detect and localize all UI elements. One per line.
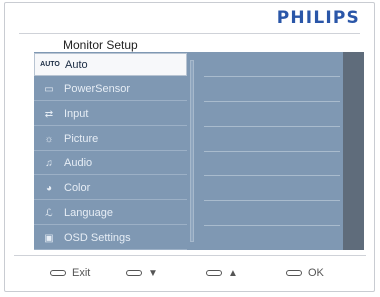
footer-bar: Exit ▼ ▲ OK (0, 262, 380, 284)
footer-divider (14, 255, 366, 256)
submenu-row-line (204, 151, 340, 152)
button-pill-icon (286, 270, 302, 276)
panel-edge-strip (343, 52, 364, 250)
powersensor-icon: ▭ (44, 83, 54, 95)
button-pill-icon (206, 270, 222, 276)
menu-item-label: Audio (64, 157, 93, 169)
menu-item-label: Language (64, 207, 113, 219)
menu-list: AUTO Auto ▭ PowerSensor ⇄ Input ☼ Pictur… (34, 52, 187, 250)
menu-item-label: Auto (65, 58, 88, 71)
color-icon: ◕ (45, 182, 53, 194)
input-icon: ⇄ (44, 108, 54, 120)
submenu-row-line (204, 225, 340, 226)
menu-item-label: Input (64, 108, 89, 120)
auto-icon: AUTO (40, 61, 60, 68)
exit-label: Exit (72, 267, 91, 279)
ok-label: OK (308, 267, 324, 279)
menu-item-color[interactable]: ◕ Color (34, 177, 187, 200)
menu-item-language[interactable]: ℒ Language (34, 202, 187, 225)
language-icon: ℒ (45, 207, 53, 219)
menu-item-label: Picture (64, 133, 99, 145)
brand-logo: PHILIPS (276, 8, 360, 28)
exit-button[interactable]: Exit (50, 262, 90, 284)
up-button[interactable]: ▲ (206, 262, 238, 284)
submenu-row-line (204, 76, 340, 77)
submenu-row-line (204, 126, 340, 127)
osd-settings-icon: ▣ (44, 232, 54, 244)
menu-item-input[interactable]: ⇄ Input (34, 103, 187, 126)
menu-item-label: Color (64, 182, 91, 194)
down-arrow-icon: ▼ (148, 267, 158, 279)
menu-scrollbar[interactable] (190, 60, 194, 242)
button-pill-icon (126, 270, 142, 276)
ok-button[interactable]: OK (286, 262, 324, 284)
audio-icon: ♫ (45, 157, 53, 169)
page-title: Monitor Setup (63, 38, 138, 52)
menu-item-audio[interactable]: ♫ Audio (34, 152, 187, 175)
menu-item-powersensor[interactable]: ▭ PowerSensor (34, 78, 187, 101)
menu-item-label: PowerSensor (64, 83, 131, 95)
menu-item-picture[interactable]: ☼ Picture (34, 128, 187, 151)
submenu-row-line (204, 175, 340, 176)
button-pill-icon (50, 270, 66, 276)
header-divider (19, 33, 360, 34)
menu-item-label: OSD Settings (64, 232, 131, 244)
submenu-row-line (204, 200, 340, 201)
submenu-row-line (204, 101, 340, 102)
menu-panel: AUTO Auto ▭ PowerSensor ⇄ Input ☼ Pictur… (34, 52, 364, 250)
menu-item-auto[interactable]: AUTO Auto (34, 53, 187, 76)
up-arrow-icon: ▲ (228, 267, 238, 279)
down-button[interactable]: ▼ (126, 262, 158, 284)
picture-icon: ☼ (44, 133, 54, 145)
menu-item-osd-settings[interactable]: ▣ OSD Settings (34, 227, 187, 250)
